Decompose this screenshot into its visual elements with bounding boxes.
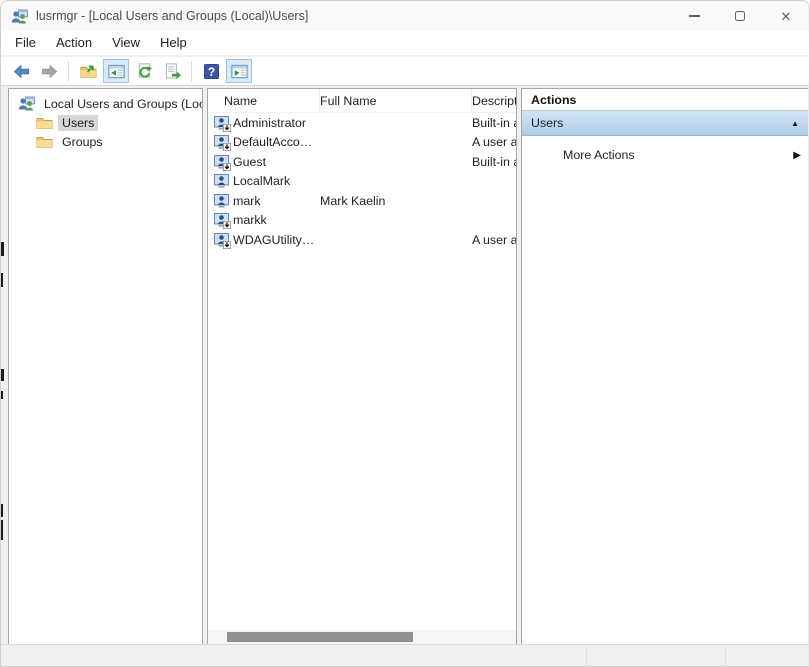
user-name-cell: mark — [233, 193, 261, 208]
tree-children: Users Groups — [9, 113, 202, 151]
toolbar-separator — [191, 60, 192, 82]
tree-root-node[interactable]: Local Users and Groups (Local) — [9, 94, 202, 113]
user-description-cell: A user ac — [472, 232, 516, 247]
menu-item[interactable]: Help — [150, 31, 197, 55]
user-row[interactable]: WDAGUtility… A user ac — [208, 230, 516, 250]
tree-item[interactable]: Users — [9, 113, 202, 132]
user-account-icon — [214, 232, 231, 249]
account-disabled-badge — [223, 221, 231, 230]
up-one-level-icon[interactable] — [75, 59, 101, 83]
user-account-icon — [214, 115, 231, 132]
tree-root-label: Local Users and Groups (Local) — [44, 96, 203, 111]
column-header-description[interactable]: Description — [472, 89, 516, 112]
status-divider — [586, 646, 587, 666]
user-name-cell: Guest — [233, 154, 267, 169]
screen-edge-artifact — [1, 520, 3, 540]
screen-edge-artifact — [1, 391, 3, 399]
horizontal-scrollbar-thumb[interactable] — [227, 632, 413, 642]
more-actions-item[interactable]: More Actions ▶ — [522, 143, 808, 167]
toolbar: ? — [1, 57, 809, 86]
window-controls: ✕ — [671, 1, 809, 31]
window-title: lusrmgr - [Local Users and Groups (Local… — [36, 9, 309, 23]
screen-edge-artifact — [1, 242, 4, 256]
column-header-name[interactable]: Name — [208, 89, 320, 112]
collapse-icon[interactable]: ▲ — [791, 119, 799, 128]
user-account-icon — [214, 135, 231, 152]
screen-edge-artifact — [1, 369, 4, 381]
user-description-cell: A user ac — [472, 135, 516, 150]
horizontal-scrollbar[interactable] — [208, 630, 516, 644]
user-account-icon — [214, 174, 229, 188]
menu-item[interactable]: File — [5, 31, 46, 55]
forward-icon[interactable] — [36, 59, 62, 83]
lusrmgr-window: lusrmgr - [Local Users and Groups (Local… — [0, 0, 810, 667]
list-rows: Administrator Built-in a DefaultAcco… A … — [208, 113, 516, 250]
users-list-panel: Name Full Name Description — [207, 88, 517, 645]
toolbar-separator — [68, 60, 69, 82]
help-icon[interactable]: ? — [198, 59, 224, 83]
status-divider — [725, 646, 726, 666]
account-disabled-badge — [223, 240, 231, 249]
close-icon[interactable]: ✕ — [763, 1, 809, 31]
refresh-icon[interactable] — [131, 59, 157, 83]
menu-item[interactable]: Action — [46, 31, 102, 55]
folder-icon — [36, 118, 53, 129]
user-row[interactable]: Administrator Built-in a — [208, 113, 516, 133]
user-row[interactable]: LocalMark — [208, 172, 516, 192]
actions-group-users[interactable]: Users ▲ — [522, 111, 808, 136]
user-description-cell: Built-in a — [472, 154, 516, 169]
export-list-icon[interactable] — [159, 59, 185, 83]
more-actions-label: More Actions — [563, 148, 635, 162]
svg-text:?: ? — [207, 64, 214, 78]
status-strip — [1, 644, 809, 666]
user-account-icon — [214, 193, 229, 208]
user-row[interactable]: Guest Built-in a — [208, 152, 516, 172]
user-name-cell: Administrator — [233, 115, 306, 130]
user-full-name-cell: Mark Kaelin — [320, 193, 386, 208]
actions-group-label: Users — [531, 116, 564, 130]
list-column-headers: Name Full Name Description — [208, 89, 516, 113]
screen-edge-artifact — [1, 504, 3, 517]
computer-users-icon — [19, 96, 35, 111]
user-name-cell: DefaultAcco… — [233, 135, 313, 150]
menu-bar: File Action View Help — [1, 31, 809, 56]
show-action-pane-icon[interactable] — [226, 59, 252, 83]
user-name-cell: WDAGUtility… — [233, 232, 315, 247]
local-users-groups-icon — [12, 9, 28, 23]
show-console-tree-icon[interactable] — [103, 59, 129, 83]
user-name-cell: LocalMark — [233, 174, 291, 189]
account-disabled-badge — [223, 162, 231, 171]
console-tree-panel: Local Users and Groups (Local) Users Gro… — [8, 88, 203, 645]
column-header-full-name[interactable]: Full Name — [320, 89, 472, 112]
tree-item-label: Users — [58, 114, 99, 131]
maximize-icon[interactable] — [717, 1, 763, 31]
account-disabled-badge — [223, 123, 231, 132]
screen-edge-artifact — [1, 273, 3, 287]
tree-item[interactable]: Groups — [9, 132, 202, 151]
user-description-cell: Built-in a — [472, 115, 516, 130]
user-row[interactable]: DefaultAcco… A user ac — [208, 133, 516, 153]
minimize-icon[interactable] — [671, 1, 717, 31]
user-row[interactable]: mark Mark Kaelin — [208, 191, 516, 211]
back-icon[interactable] — [8, 59, 34, 83]
expand-icon: ▶ — [793, 149, 801, 161]
tree-item-label: Groups — [62, 134, 103, 149]
menu-item[interactable]: View — [102, 31, 150, 55]
user-account-icon — [214, 154, 231, 171]
user-row[interactable]: markk — [208, 211, 516, 231]
user-name-cell: markk — [233, 213, 267, 228]
folder-icon — [36, 137, 53, 148]
actions-panel-title: Actions — [522, 89, 808, 111]
actions-panel: Actions Users ▲ More Actions ▶ — [521, 88, 808, 645]
user-account-icon — [214, 213, 231, 230]
account-disabled-badge — [223, 143, 231, 152]
titlebar[interactable]: lusrmgr - [Local Users and Groups (Local… — [1, 1, 809, 31]
